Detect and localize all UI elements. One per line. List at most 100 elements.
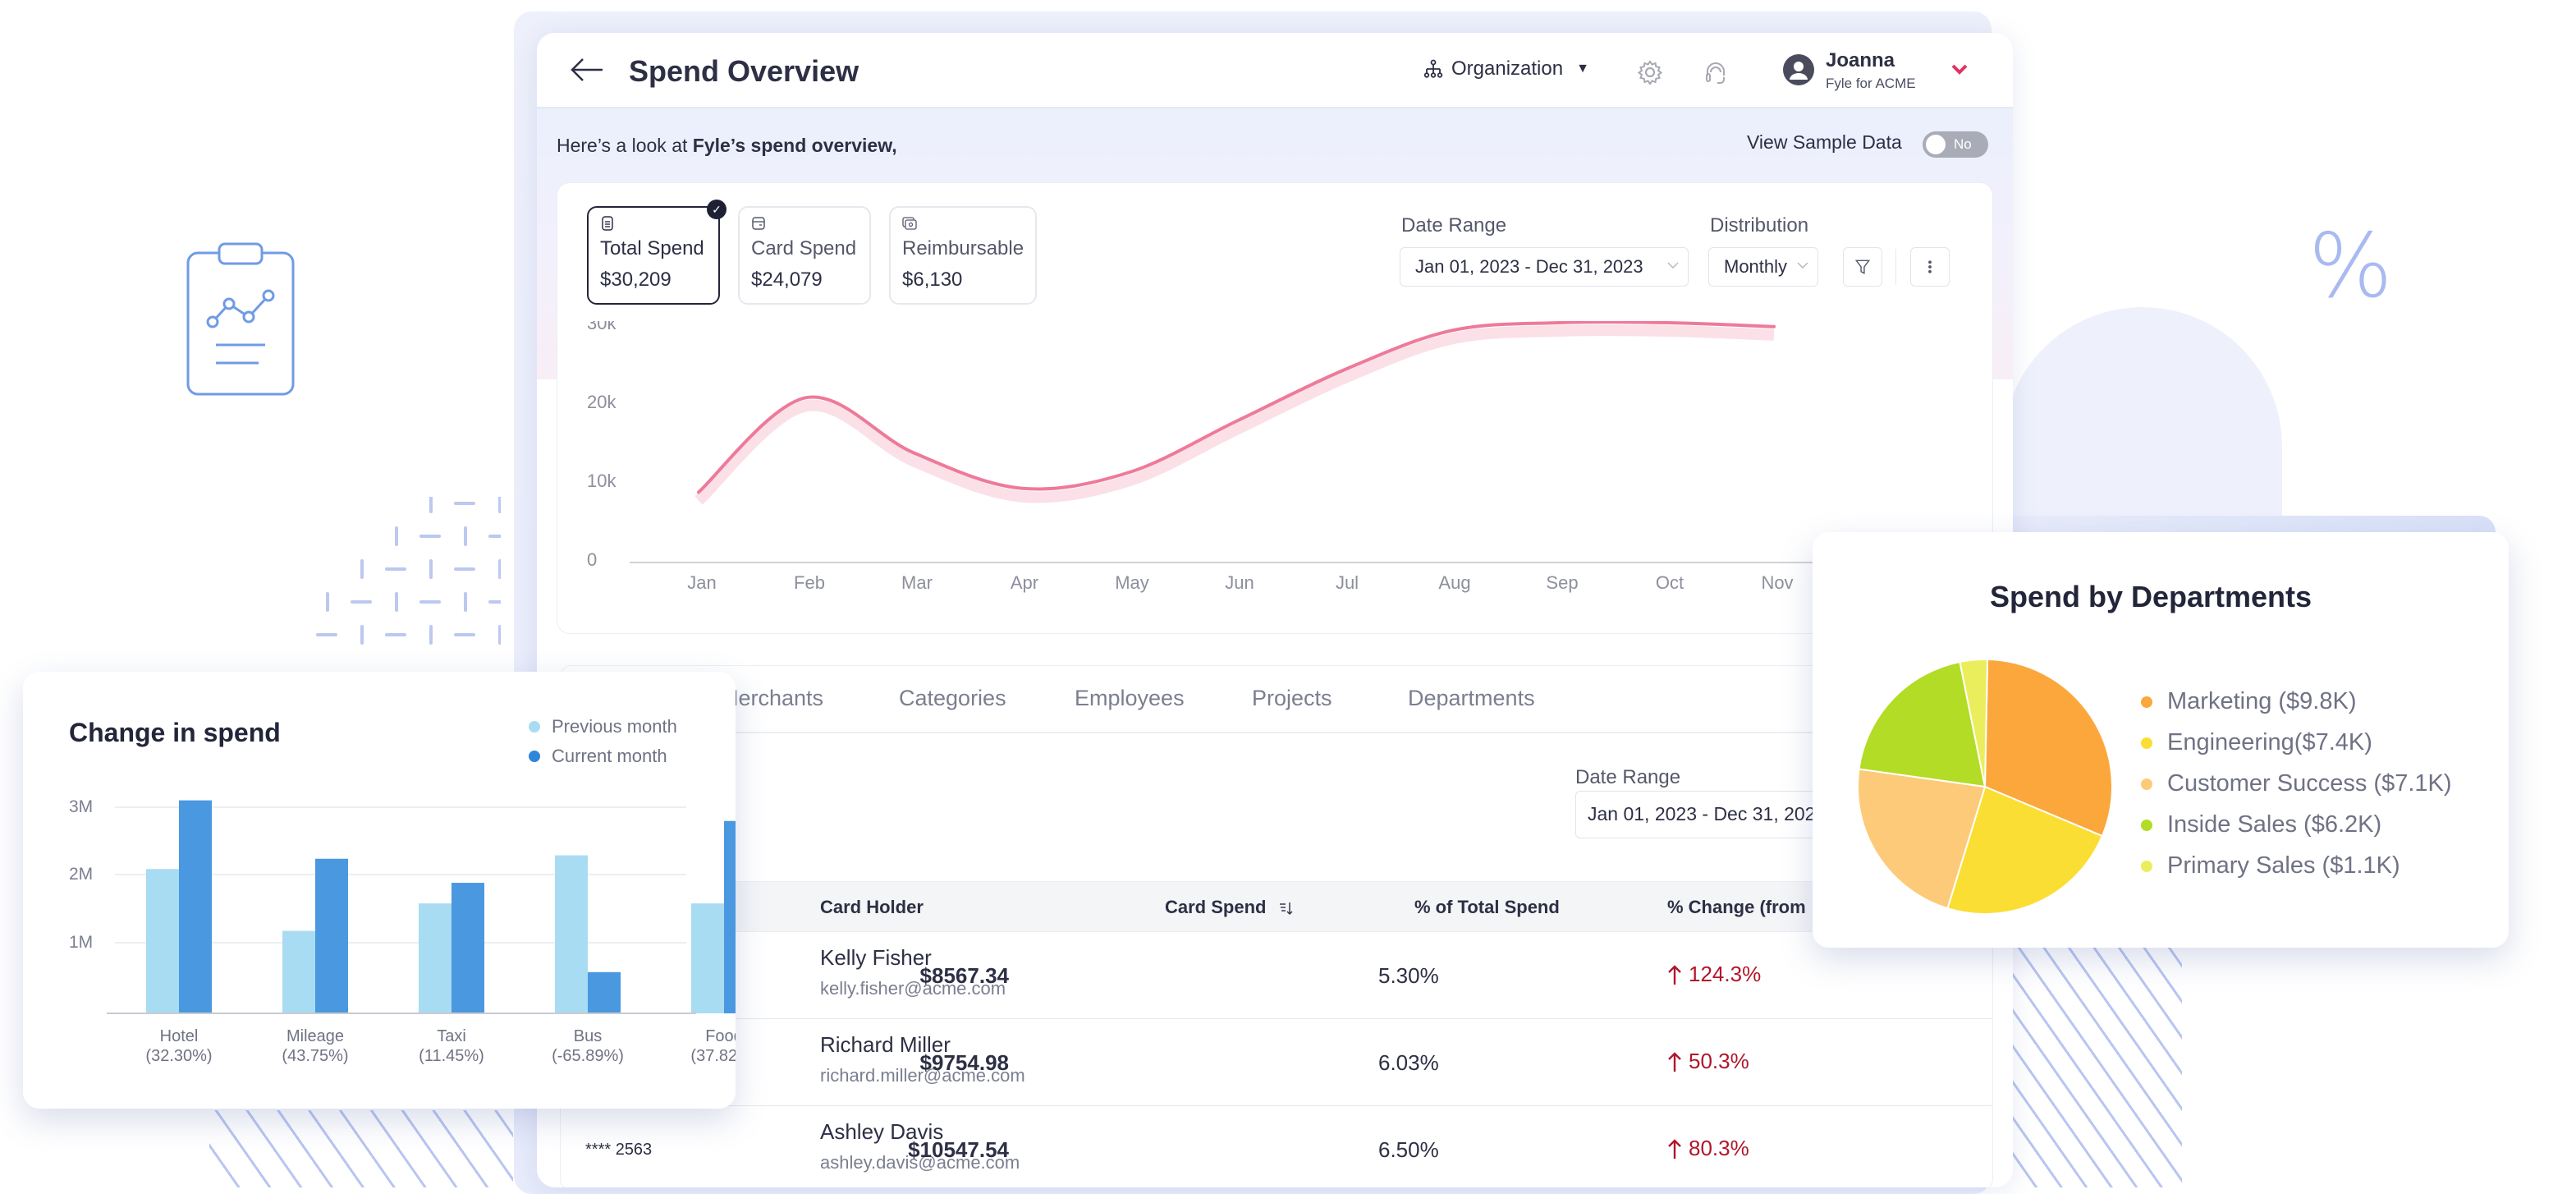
percent-icon: %: [2308, 215, 2393, 318]
x-tick-sublabel: (32.30%): [145, 1047, 212, 1065]
user-organization: Fyle for ACME: [1826, 76, 1916, 91]
hatch-decoration: [209, 1110, 513, 1187]
hatch-decoration: [2013, 944, 2182, 1187]
x-tick-sublabel: (-65.89%): [552, 1047, 624, 1065]
more-options-button[interactable]: [1910, 247, 1950, 287]
tab-departments[interactable]: Departments: [1408, 686, 1535, 711]
metric-card-spend[interactable]: Card Spend $24,079: [738, 206, 871, 305]
spend-by-departments-card: Spend by Departments Marketing ($9.8K) En…: [1813, 532, 2509, 948]
organization-label: Organization: [1451, 57, 1564, 80]
column-percent-total[interactable]: % of Total Spend: [1414, 897, 1560, 918]
metric-total-spend[interactable]: Total Spend $30,209 ✓: [587, 200, 727, 305]
y-tick-label: 10k: [587, 471, 616, 491]
legend-label: Previous month: [552, 716, 677, 737]
sort-icon[interactable]: [1278, 900, 1295, 916]
toggle-knob: [1926, 135, 1946, 154]
caret-down-icon: ▼: [1576, 62, 1589, 76]
distribution-select[interactable]: Monthly: [1708, 247, 1818, 287]
chart-title: Spend by Departments: [1989, 580, 2312, 613]
y-tick-label: 1M: [69, 933, 93, 952]
x-tick-label: Jan: [687, 572, 716, 593]
legend-item: Primary Sales ($1.1K): [2141, 852, 2400, 879]
legend-swatch: [2141, 860, 2152, 872]
card-number: **** 2563: [585, 1141, 653, 1159]
cash-icon: [902, 217, 917, 230]
date-range-label: Date Range: [1575, 766, 1681, 788]
table-row[interactable]: Kelly Fisher kelly.fisher@acme.com $8567…: [561, 932, 1992, 1019]
chart-title: Change in spend: [69, 718, 281, 747]
gear-icon[interactable]: [1637, 59, 1663, 85]
x-tick-sublabel: (11.45%): [419, 1047, 484, 1065]
x-tick-sublabel: (43.75%): [282, 1047, 348, 1065]
metric-value: $24,079: [751, 269, 823, 291]
x-tick-label: Bus: [574, 1027, 602, 1045]
card-spend: $8567.34: [919, 963, 1009, 988]
date-range-select[interactable]: Jan 01, 2023 - Dec 31, 2023: [1400, 247, 1689, 287]
column-card-holder[interactable]: Card Holder: [820, 897, 924, 918]
legend-swatch: [529, 721, 540, 732]
avatar-icon[interactable]: [1783, 54, 1814, 85]
breakdown-panel: Merchants Categories Employees Projects …: [560, 665, 2002, 1187]
x-tick-label: May: [1115, 572, 1149, 593]
percent-change: 80.3%: [1667, 1136, 1749, 1161]
x-tick-label: Hotel: [160, 1027, 199, 1045]
headset-icon[interactable]: [1704, 61, 1727, 85]
x-tick-label: Jul: [1336, 572, 1359, 593]
column-card-spend[interactable]: Card Spend: [1165, 897, 1295, 918]
tab-employees[interactable]: Employees: [1075, 686, 1185, 711]
legend-item-current-month: Current month: [529, 746, 667, 767]
divider: [1895, 249, 1896, 285]
arrow-up-icon: [1668, 1138, 1681, 1159]
percent-of-total: 6.50%: [1378, 1137, 1439, 1162]
tab-categories[interactable]: Categories: [899, 686, 1006, 711]
user-name[interactable]: Joanna: [1826, 49, 1895, 72]
spend-overview-panel: Total Spend $30,209 ✓ Card Spend $24,079…: [557, 182, 1993, 634]
bar-previous-month: [282, 930, 315, 1013]
x-tick-label: Mileage: [286, 1027, 344, 1045]
change-value: 124.3%: [1689, 962, 1762, 986]
toggle-state: No: [1954, 136, 1972, 152]
filter-icon: [1854, 259, 1871, 274]
legend-swatch: [529, 751, 540, 762]
table-row[interactable]: **** 2563 Ashley Davis ashley.davis@acme…: [561, 1106, 1992, 1187]
legend-label: Engineering($7.4K): [2167, 729, 2372, 755]
card-spend: $10547.54: [908, 1137, 1009, 1162]
legend-swatch: [2141, 696, 2152, 708]
legend-swatch: [2141, 737, 2152, 749]
legend-item: Inside Sales ($6.2K): [2141, 811, 2381, 838]
x-tick-label: Aug: [1438, 572, 1470, 593]
legend-item: Engineering($7.4K): [2141, 729, 2372, 756]
x-tick-label: Taxi: [437, 1027, 466, 1045]
view-sample-data-toggle[interactable]: No: [1923, 131, 1988, 158]
table-row[interactable]: Richard Miller richard.miller@acme.com $…: [561, 1019, 1992, 1106]
bar-current-month: [179, 800, 212, 1013]
back-arrow-icon[interactable]: [570, 56, 604, 84]
y-tick-label: 30k: [587, 321, 616, 333]
x-tick-label: Food: [705, 1027, 736, 1045]
legend-item: Marketing ($9.8K): [2141, 688, 2357, 715]
arrow-up-icon: [1668, 1051, 1681, 1072]
percent-change: 50.3%: [1667, 1049, 1749, 1074]
spend-overview-app: Spend Overview Organization ▼ Joanna Fyl…: [537, 33, 2013, 1187]
tab-projects[interactable]: Projects: [1252, 686, 1332, 711]
chevron-down-icon[interactable]: [1950, 62, 1969, 76]
legend-label: Current month: [552, 746, 667, 766]
percent-of-total: 5.30%: [1378, 963, 1439, 988]
change-in-spend-card: 1M 2M 3M Hotel (32.30%) Mileage (43.75%) Taxi (1…: [23, 672, 736, 1109]
column-percent-change[interactable]: % Change (from: [1667, 897, 1806, 918]
view-sample-data-label: View Sample Data: [1747, 131, 1902, 153]
x-tick-label: Nov: [1761, 572, 1793, 593]
change-value: 50.3%: [1689, 1049, 1749, 1073]
filter-button[interactable]: [1843, 247, 1882, 287]
departments-pie-chart: [1857, 659, 2113, 915]
y-tick-label: 2M: [69, 865, 93, 884]
x-tick-label: Sep: [1546, 572, 1578, 593]
metric-value: $30,209: [600, 269, 672, 291]
card-spend: $9754.98: [919, 1050, 1009, 1075]
organization-selector[interactable]: Organization ▼: [1423, 57, 1589, 80]
table-header: Card Holder Card Spend % of Total Spend …: [561, 881, 1992, 932]
metric-reimbursable[interactable]: Reimbursable $6,130: [889, 206, 1037, 305]
bar-previous-month: [146, 869, 179, 1013]
legend-label: Primary Sales ($1.1K): [2167, 852, 2400, 879]
bar-current-month: [588, 971, 621, 1013]
